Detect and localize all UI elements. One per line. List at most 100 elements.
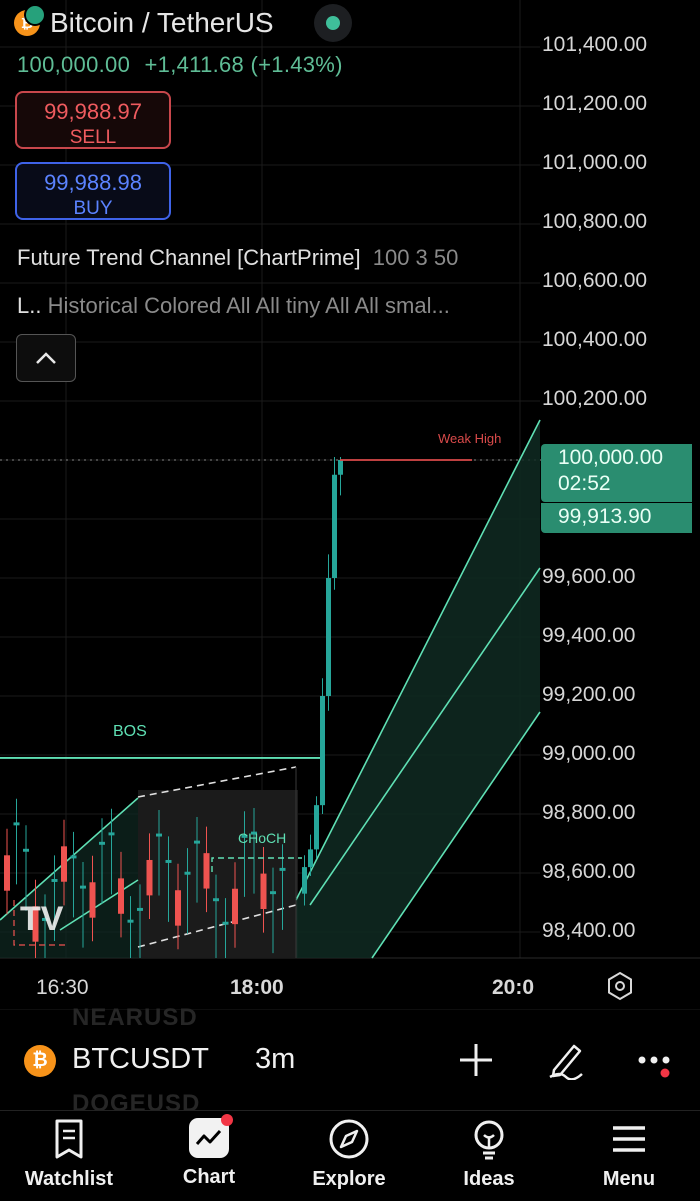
y-axis-label: 98,400.00	[542, 919, 636, 942]
chart-settings-hexagon-icon[interactable]	[604, 970, 636, 1002]
y-axis-label: 99,400.00	[542, 624, 636, 647]
price-summary: 100,000.00 +1,411.68 (+1.43%)	[17, 52, 343, 78]
nav-watchlist[interactable]: Watchlist	[14, 1118, 124, 1191]
market-open-icon	[325, 16, 340, 30]
collapse-legend-button[interactable]	[16, 334, 76, 382]
last-price: 100,000.00	[17, 52, 131, 77]
trend-channel	[0, 419, 541, 959]
y-axis-label: 99,200.00	[542, 683, 636, 706]
candle-body	[165, 859, 172, 863]
candle-body	[70, 855, 77, 859]
nav-label: Explore	[312, 1168, 386, 1190]
candle-body	[61, 846, 67, 882]
choch-label: CHoCH	[238, 830, 286, 846]
sell-price: 99,988.97	[44, 99, 142, 124]
last-price-tag: 100,000.00 02:52	[541, 444, 692, 502]
candle-body	[80, 885, 86, 889]
y-axis-label: 99,600.00	[542, 565, 636, 588]
secondary-price-tag: 99,913.90	[541, 503, 692, 533]
indicator-params: 100 3 50	[372, 245, 459, 270]
buy-button[interactable]: 99,988.98 BUY	[15, 162, 171, 220]
candle-body	[279, 867, 286, 871]
y-axis-label: 100,400.00	[542, 328, 648, 351]
bitcoin-coin-icon: ₿	[14, 4, 46, 36]
y-axis-label: 100,600.00	[542, 269, 648, 292]
candle-body	[213, 898, 219, 902]
y-axis-label: 100,800.00	[542, 210, 648, 233]
notification-dot	[221, 1114, 233, 1126]
indicator-legend-historical[interactable]: L.. Historical Colored All All tiny All …	[17, 293, 450, 319]
candle-body	[175, 890, 181, 926]
chevron-up-icon	[36, 352, 56, 364]
candle-body	[137, 907, 143, 911]
candle-body	[4, 855, 10, 891]
candle-body	[270, 891, 276, 895]
historical-box	[138, 790, 298, 958]
timeframe-selector[interactable]: 3m	[255, 1043, 295, 1076]
y-axis-label: 99,000.00	[542, 742, 636, 765]
symbol-selector[interactable]: BTCUSDT	[72, 1043, 209, 1076]
nav-explore[interactable]: Explore	[294, 1118, 404, 1191]
compass-icon	[329, 1119, 369, 1159]
y-axis-label: 98,600.00	[542, 860, 636, 883]
x-axis-label: 20:0	[492, 976, 535, 999]
candle-body	[232, 888, 238, 925]
candle-body	[338, 460, 343, 475]
symbol-header[interactable]: ₿ Bitcoin / TetherUS	[14, 4, 352, 42]
tether-coin-icon	[24, 4, 46, 26]
candle-body	[127, 919, 134, 923]
candle-body	[108, 832, 115, 836]
y-axis-label: 101,200.00	[542, 92, 648, 115]
nav-menu[interactable]: Menu	[574, 1118, 684, 1191]
nav-label: Chart	[182, 1166, 236, 1188]
candle-body	[332, 474, 337, 578]
price-change-pct: (+1.43%)	[250, 52, 343, 77]
coin-glyph: ₿	[32, 1050, 48, 1071]
x-axis-label: 18:00	[230, 976, 284, 999]
indicator-legend-trend-channel[interactable]: Future Trend Channel [ChartPrime] 100 3 …	[17, 245, 458, 271]
pen-icon[interactable]	[546, 1040, 586, 1080]
sell-label: SELL	[69, 127, 117, 148]
candle-body	[203, 853, 210, 889]
y-axis-label: 98,800.00	[542, 801, 636, 824]
nav-label: Menu	[602, 1168, 656, 1190]
candle-body	[260, 873, 267, 909]
sell-button[interactable]: 99,988.97 SELL	[15, 91, 171, 149]
candle-body	[118, 878, 124, 914]
candle-body	[23, 848, 29, 852]
candle-body	[326, 578, 331, 696]
bos-label: BOS	[113, 723, 147, 740]
chart-icon	[189, 1114, 233, 1158]
candle-body	[99, 841, 105, 845]
buy-price: 99,988.98	[44, 170, 142, 195]
y-axis-label: 101,000.00	[542, 151, 648, 174]
indicator-name: Future Trend Channel [ChartPrime]	[17, 245, 361, 270]
candle-body	[222, 921, 229, 925]
y-axis-label: 100,200.00	[542, 387, 648, 410]
buy-label: BUY	[73, 198, 113, 219]
ghost-symbol-above: NEARUSD	[72, 1004, 198, 1031]
candle-body	[308, 849, 313, 868]
weak-high-label: Weak High	[438, 431, 501, 446]
candle-countdown: 02:52	[558, 472, 611, 495]
watchlist-icon	[55, 1119, 83, 1159]
nav-label: Watchlist	[24, 1168, 114, 1190]
price-change: +1,411.68	[144, 52, 245, 77]
x-axis-label: 16:30	[36, 976, 89, 999]
bitcoin-coin-icon: ₿	[24, 1045, 56, 1077]
nav-ideas[interactable]: Ideas	[434, 1118, 544, 1191]
candle-body	[51, 879, 58, 882]
y-axis-label: 101,400.00	[542, 33, 648, 56]
nav-label: Ideas	[463, 1168, 515, 1190]
candle-body	[146, 859, 153, 896]
candle-body	[156, 833, 162, 837]
nav-chart[interactable]: Chart	[154, 1114, 264, 1189]
last-price-tag-value: 100,000.00	[558, 446, 664, 469]
plus-icon[interactable]	[456, 1040, 496, 1080]
more-icon[interactable]	[636, 1040, 676, 1080]
indicator-prefix: L..	[17, 293, 42, 318]
candle-body	[89, 882, 96, 918]
candle-body	[13, 822, 20, 826]
market-status[interactable]	[313, 4, 352, 42]
indicator-description: Historical Colored All All tiny All All …	[47, 293, 450, 318]
